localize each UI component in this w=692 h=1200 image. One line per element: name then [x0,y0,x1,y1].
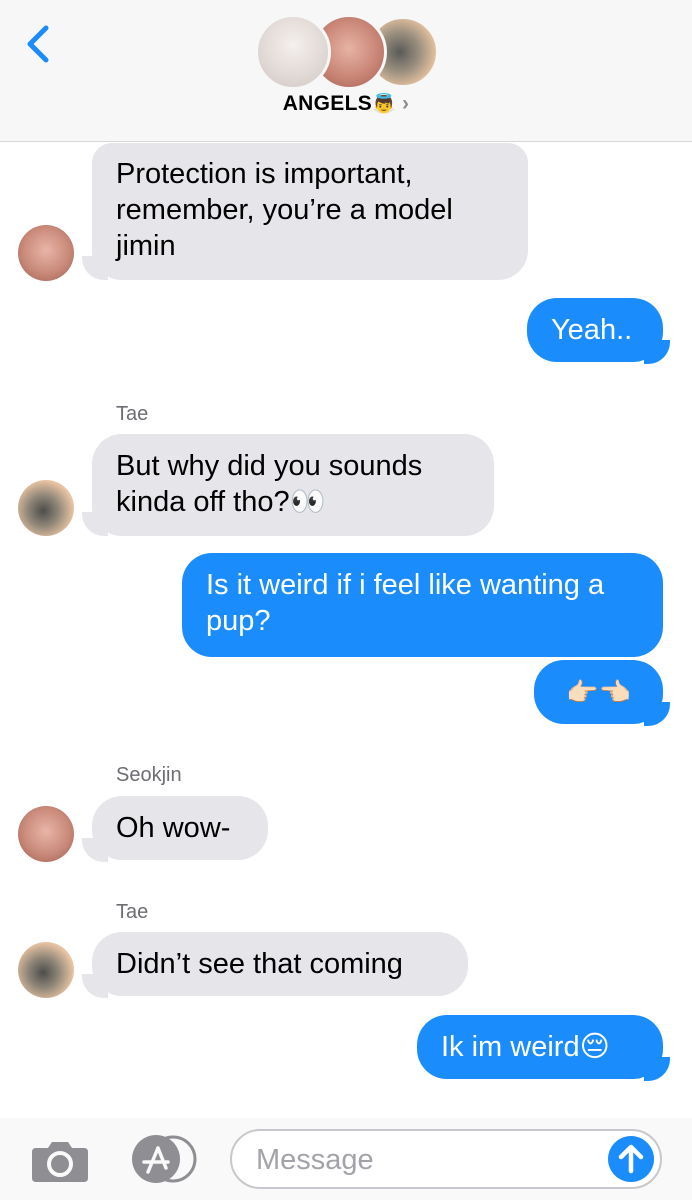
group-name: ANGELS [282,92,373,115]
app-store-icon[interactable] [128,1134,198,1184]
message-bubble[interactable]: Oh wow- [92,796,268,860]
avatar-seokjin[interactable] [18,806,74,862]
group-title[interactable]: ANGELS👼 › [0,92,692,116]
avatar-tae[interactable] [18,480,74,536]
avatar-jimin [255,14,331,90]
message-bubble[interactable]: Didn’t see that coming [92,932,468,996]
message-bubble[interactable]: Ik im weird😔 [417,1015,663,1079]
send-button[interactable] [608,1136,654,1182]
camera-icon[interactable] [30,1138,90,1182]
message-bubble[interactable]: Yeah.. [527,298,663,362]
avatar-seokjin[interactable] [18,225,74,281]
chevron-right-icon: › [401,92,410,115]
message-input[interactable] [256,1139,586,1181]
message-bubble[interactable]: Protection is important, remember, you’r… [92,143,528,280]
sender-name: Tae [116,403,149,425]
sender-name: Tae [116,901,149,923]
message-bubble[interactable]: But why did you sounds kinda off tho?👀 [92,434,494,536]
avatar-tae[interactable] [18,942,74,998]
arrow-up-icon [618,1144,644,1174]
group-avatars[interactable] [255,14,445,90]
sender-name: Seokjin [116,764,182,786]
chevron-left-icon[interactable] [22,24,56,64]
message-bubble[interactable]: 👉🏻👈🏻 [534,660,663,724]
message-bubble[interactable]: Is it weird if i feel like wanting a pup… [182,553,663,657]
angel-emoji: 👼 [372,94,396,115]
conversation-header: ANGELS👼 › [0,0,692,142]
message-input-field[interactable] [230,1129,662,1189]
